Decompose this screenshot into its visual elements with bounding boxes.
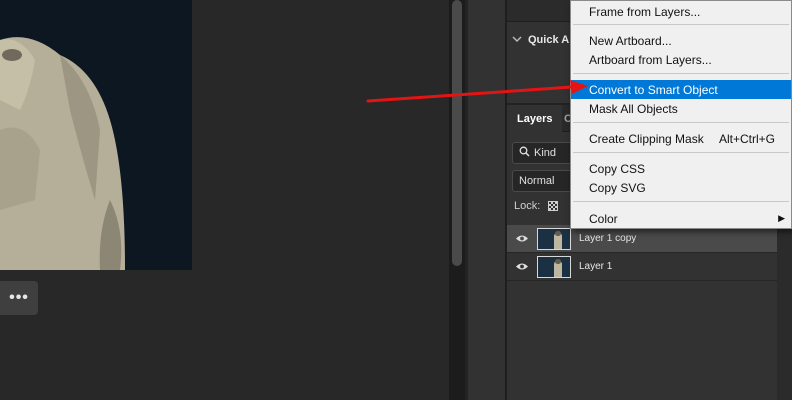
menu-separator bbox=[573, 73, 789, 74]
visibility-eye-icon[interactable] bbox=[507, 234, 537, 243]
menu-item-convert-to-smart-object[interactable]: Convert to Smart Object bbox=[571, 80, 791, 99]
kind-filter-label: Kind bbox=[534, 147, 557, 159]
menu-item-label: Color bbox=[589, 211, 618, 226]
menu-item-label: New Artboard... bbox=[589, 33, 672, 48]
menu-separator bbox=[573, 201, 789, 202]
menu-item-color[interactable]: Color ▶ bbox=[571, 209, 791, 228]
lock-row: Lock: bbox=[514, 200, 559, 212]
menu-item-label: Copy SVG bbox=[589, 180, 646, 195]
document-canvas[interactable]: ••• bbox=[0, 0, 449, 400]
menu-item-label: Frame from Layers... bbox=[589, 4, 701, 19]
menu-item-copy-svg[interactable]: Copy SVG bbox=[571, 178, 791, 197]
menu-separator bbox=[573, 24, 789, 25]
search-icon bbox=[519, 146, 530, 160]
layer-thumbnail bbox=[537, 255, 571, 278]
menu-item-label: Convert to Smart Object bbox=[589, 82, 718, 97]
layers-scrollbar[interactable] bbox=[777, 225, 792, 400]
layers-list-empty-area bbox=[507, 281, 792, 400]
tab-layers[interactable]: Layers bbox=[507, 105, 563, 132]
menu-item-label: Copy CSS bbox=[589, 161, 646, 176]
more-options-button[interactable]: ••• bbox=[0, 281, 38, 315]
menu-item-new-artboard[interactable]: New Artboard... bbox=[571, 31, 791, 50]
layer-context-menu: Frame from Layers... New Artboard... Art… bbox=[570, 0, 792, 229]
triangle-right-icon: ▶ bbox=[778, 213, 785, 223]
lock-label: Lock: bbox=[514, 200, 541, 212]
chevron-down-icon[interactable] bbox=[512, 34, 522, 46]
menu-item-mask-all-objects[interactable]: Mask All Objects bbox=[571, 99, 791, 118]
menu-item-label: Mask All Objects bbox=[589, 101, 678, 116]
lock-transparent-pixels-icon[interactable] bbox=[548, 201, 559, 211]
menu-item-shortcut: Alt+Ctrl+G bbox=[718, 131, 775, 146]
menu-item-artboard-from-layers[interactable]: Artboard from Layers... bbox=[571, 50, 791, 69]
menu-item-label: Create Clipping Mask bbox=[589, 131, 704, 146]
layer-name[interactable]: Layer 1 bbox=[579, 261, 612, 272]
menu-item-copy-css[interactable]: Copy CSS bbox=[571, 159, 791, 178]
visibility-eye-icon[interactable] bbox=[507, 262, 537, 271]
layer-thumbnail bbox=[537, 227, 571, 250]
menu-separator bbox=[573, 152, 789, 153]
menu-item-create-clipping-mask[interactable]: Create Clipping Mask Alt+Ctrl+G bbox=[571, 129, 791, 148]
collapsed-panel-strip bbox=[468, 0, 506, 400]
menu-separator bbox=[573, 122, 789, 123]
quick-actions-section[interactable]: Quick A bbox=[512, 34, 569, 46]
canvas-scrollbar-thumb[interactable] bbox=[452, 0, 462, 266]
menu-item-frame-from-layers[interactable]: Frame from Layers... bbox=[571, 2, 791, 21]
photo-image bbox=[0, 0, 192, 270]
quick-actions-label: Quick A bbox=[528, 34, 570, 46]
layer-row[interactable]: Layer 1 bbox=[507, 253, 777, 281]
layer-row[interactable]: Layer 1 copy bbox=[507, 225, 777, 253]
layer-name[interactable]: Layer 1 copy bbox=[579, 233, 636, 244]
menu-item-label: Artboard from Layers... bbox=[589, 52, 712, 67]
